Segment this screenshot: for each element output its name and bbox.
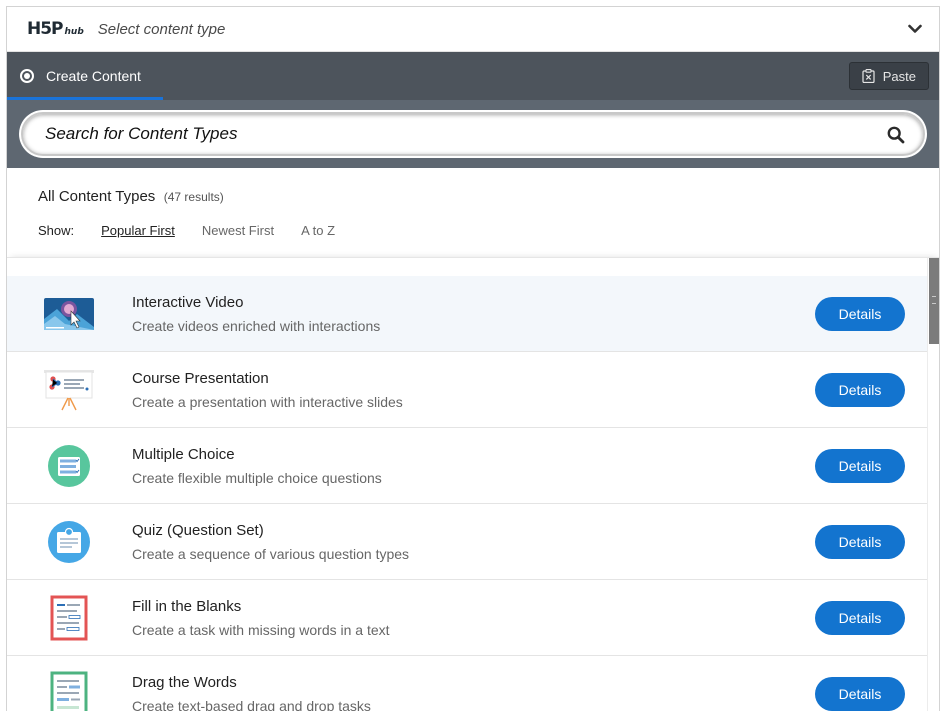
- details-button[interactable]: Details: [815, 677, 905, 711]
- content-type-list: Interactive Video Create videos enriched…: [7, 257, 939, 711]
- search-area: [7, 100, 939, 168]
- list-scrollbar[interactable]: [927, 258, 939, 711]
- results-title: All Content Types: [38, 188, 156, 205]
- fill-in-the-blanks-icon: [41, 590, 97, 646]
- details-button[interactable]: Details: [815, 525, 905, 559]
- item-description: Create a sequence of various question ty…: [132, 545, 410, 562]
- course-presentation-icon: [41, 362, 97, 418]
- clipboard-icon: [862, 69, 875, 83]
- sort-popular-first[interactable]: Popular First: [101, 223, 175, 238]
- details-button[interactable]: Details: [815, 373, 905, 407]
- list-item-drag-the-words[interactable]: Drag the Words Create text-based drag an…: [7, 656, 927, 711]
- sort-a-to-z[interactable]: A to Z: [301, 223, 335, 238]
- interactive-video-icon: [41, 286, 97, 342]
- paste-button[interactable]: Paste: [848, 62, 929, 90]
- results-header: All Content Types (47 results) Show: Pop…: [7, 168, 939, 257]
- sort-newest-first[interactable]: Newest First: [202, 223, 274, 238]
- item-title: Drag the Words: [132, 673, 237, 691]
- scrollbar-thumb[interactable]: [929, 258, 939, 344]
- drag-the-words-icon: [41, 666, 97, 711]
- h5p-hub-logo: H5P hub: [27, 19, 84, 39]
- tab-create-content-label: Create Content: [46, 68, 141, 84]
- item-title: Quiz (Question Set): [132, 521, 264, 539]
- details-button[interactable]: Details: [815, 601, 905, 635]
- logo-main: H5P: [27, 19, 64, 39]
- details-button[interactable]: Details: [815, 449, 905, 483]
- quiz-icon: [41, 514, 97, 570]
- item-description: Create a task with missing words in a te…: [132, 621, 390, 638]
- h5p-hub: H5P hub Select content type Create Conte…: [6, 6, 940, 711]
- paste-label: Paste: [882, 68, 916, 84]
- search-input[interactable]: [45, 124, 901, 144]
- item-title: Fill in the Blanks: [132, 597, 242, 615]
- list-item-course-presentation[interactable]: Course Presentation Create a presentatio…: [7, 352, 927, 428]
- item-title: Interactive Video: [132, 293, 244, 311]
- radio-selected-icon: [20, 69, 34, 83]
- tab-bar: Create Content Paste: [7, 52, 939, 100]
- item-title: Course Presentation: [132, 369, 269, 387]
- search-box[interactable]: [21, 112, 925, 156]
- logo-sub: hub: [64, 27, 84, 37]
- item-description: Create a presentation with interactive s…: [132, 393, 403, 410]
- hub-header[interactable]: H5P hub Select content type: [7, 7, 939, 52]
- item-title: Multiple Choice: [132, 445, 235, 463]
- list-item-quiz-question-set[interactable]: Quiz (Question Set) Create a sequence of…: [7, 504, 927, 580]
- search-icon[interactable]: [887, 126, 905, 144]
- item-description: Create text-based drag and drop tasks: [132, 697, 371, 711]
- sort-row: Show: Popular First Newest First A to Z: [38, 223, 939, 238]
- list-item-multiple-choice[interactable]: Multiple Choice Create flexible multiple…: [7, 428, 927, 504]
- sort-label: Show:: [38, 223, 75, 238]
- chevron-down-icon[interactable]: [905, 19, 925, 39]
- details-button[interactable]: Details: [815, 297, 905, 331]
- results-count: (47 results): [163, 190, 224, 204]
- tab-create-content[interactable]: Create Content: [7, 52, 163, 100]
- list-item-fill-in-the-blanks[interactable]: Fill in the Blanks Create a task with mi…: [7, 580, 927, 656]
- item-description: Create flexible multiple choice question…: [132, 469, 382, 486]
- multiple-choice-icon: [41, 438, 97, 494]
- hub-title: Select content type: [97, 20, 226, 38]
- list-item-interactive-video[interactable]: Interactive Video Create videos enriched…: [7, 276, 927, 352]
- item-description: Create videos enriched with interactions: [132, 317, 381, 334]
